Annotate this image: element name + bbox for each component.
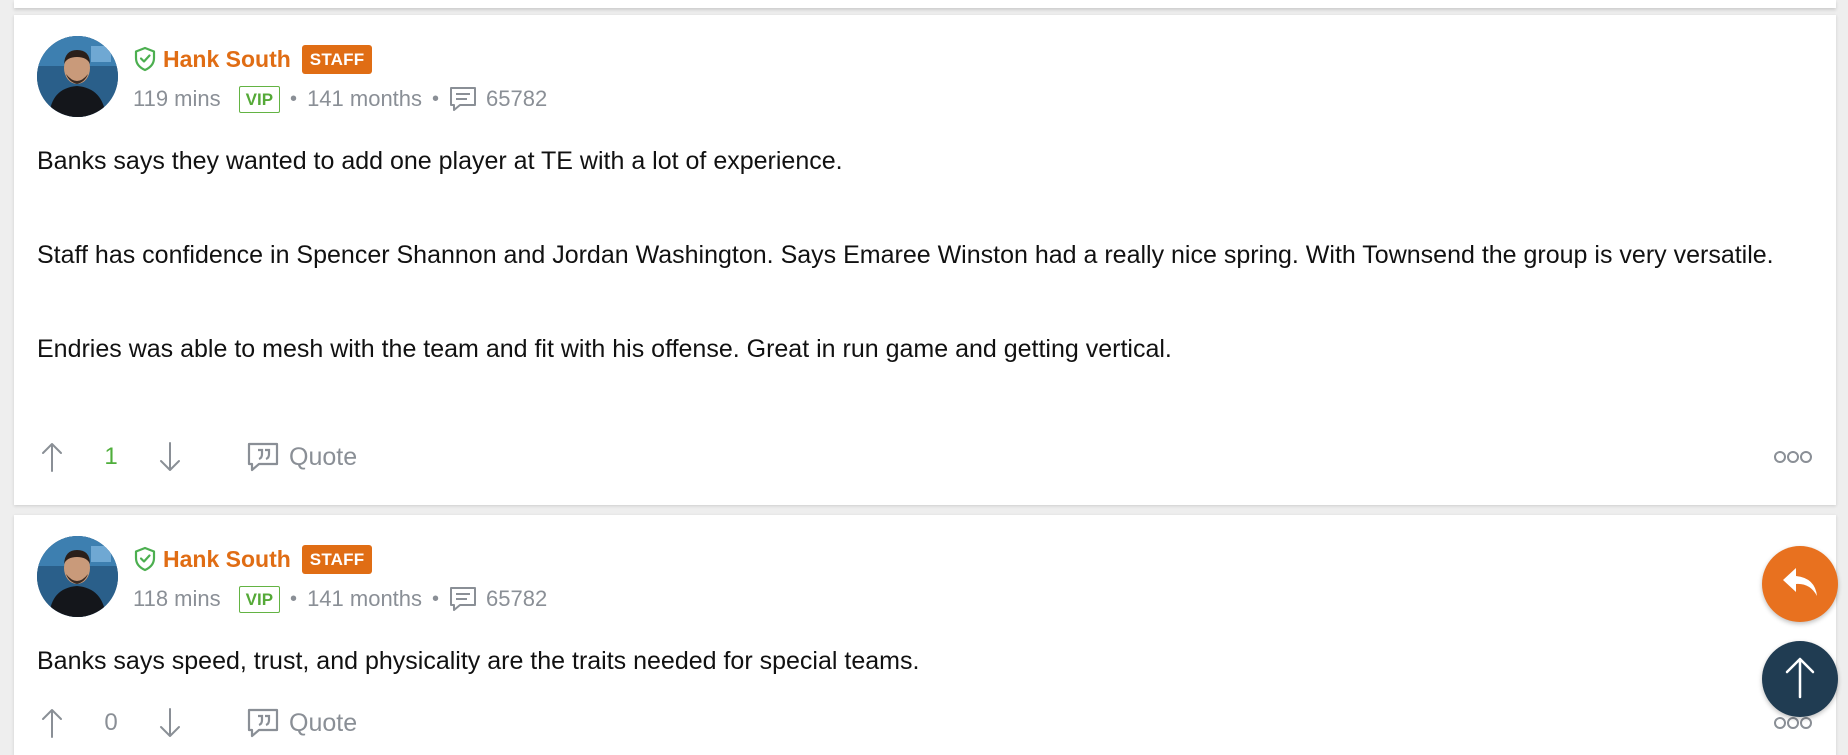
post-time[interactable]: 119 mins bbox=[133, 86, 221, 112]
separator-dot: • bbox=[290, 87, 298, 110]
post-paragraph: Banks says they wanted to add one player… bbox=[37, 147, 843, 175]
forum-post: Hank South STAFF 119 mins VIP • 141 mont… bbox=[14, 15, 1836, 505]
quote-icon bbox=[247, 442, 279, 472]
post-paragraph: Staff has confidence in Spencer Shannon … bbox=[37, 241, 1774, 269]
comment-icon bbox=[449, 86, 477, 112]
shield-check-icon bbox=[133, 46, 157, 72]
membership-duration: 141 months bbox=[307, 86, 423, 111]
author-name[interactable]: Hank South bbox=[163, 46, 291, 73]
vote-count: 1 bbox=[104, 443, 118, 470]
avatar[interactable] bbox=[37, 536, 118, 617]
post-time[interactable]: 118 mins bbox=[133, 586, 221, 612]
quote-button[interactable]: Quote bbox=[247, 442, 357, 472]
vip-badge: VIP bbox=[238, 585, 281, 613]
post-body: Banks says speed, trust, and physicality… bbox=[37, 638, 1806, 685]
comment-icon bbox=[449, 586, 477, 612]
scroll-to-top-button[interactable] bbox=[1762, 641, 1838, 717]
post-count: 65782 bbox=[486, 86, 548, 111]
vip-badge: VIP bbox=[238, 85, 281, 113]
upvote-button[interactable] bbox=[37, 706, 67, 740]
quote-label: Quote bbox=[289, 442, 358, 471]
post-paragraph: Banks says speed, trust, and physicality… bbox=[37, 647, 920, 675]
downvote-button[interactable] bbox=[155, 440, 185, 474]
separator-dot: • bbox=[432, 587, 440, 610]
separator-dot: • bbox=[290, 587, 298, 610]
forum-post: Hank South STAFF 118 mins VIP • 141 mont… bbox=[14, 515, 1836, 755]
separator-dot: • bbox=[432, 87, 440, 110]
post-body: Banks says they wanted to add one player… bbox=[37, 138, 1806, 373]
arrow-up-icon bbox=[1782, 655, 1818, 704]
reply-button[interactable] bbox=[1762, 546, 1838, 622]
shield-check-icon bbox=[133, 546, 157, 572]
post-paragraph: Endries was able to mesh with the team a… bbox=[37, 335, 1172, 363]
quote-button[interactable]: Quote bbox=[247, 708, 357, 738]
quote-icon bbox=[247, 708, 279, 738]
quote-label: Quote bbox=[289, 708, 358, 737]
more-icon[interactable] bbox=[1773, 447, 1813, 467]
avatar[interactable] bbox=[37, 36, 118, 117]
membership-duration: 141 months bbox=[307, 586, 423, 611]
author-name[interactable]: Hank South bbox=[163, 546, 291, 573]
vote-count: 0 bbox=[104, 709, 118, 736]
post-count: 65782 bbox=[486, 586, 548, 611]
previous-post-edge bbox=[14, 0, 1836, 8]
downvote-button[interactable] bbox=[155, 706, 185, 740]
reply-icon bbox=[1780, 565, 1820, 604]
upvote-button[interactable] bbox=[37, 440, 67, 474]
staff-badge: STAFF bbox=[301, 544, 373, 574]
staff-badge: STAFF bbox=[301, 44, 373, 74]
